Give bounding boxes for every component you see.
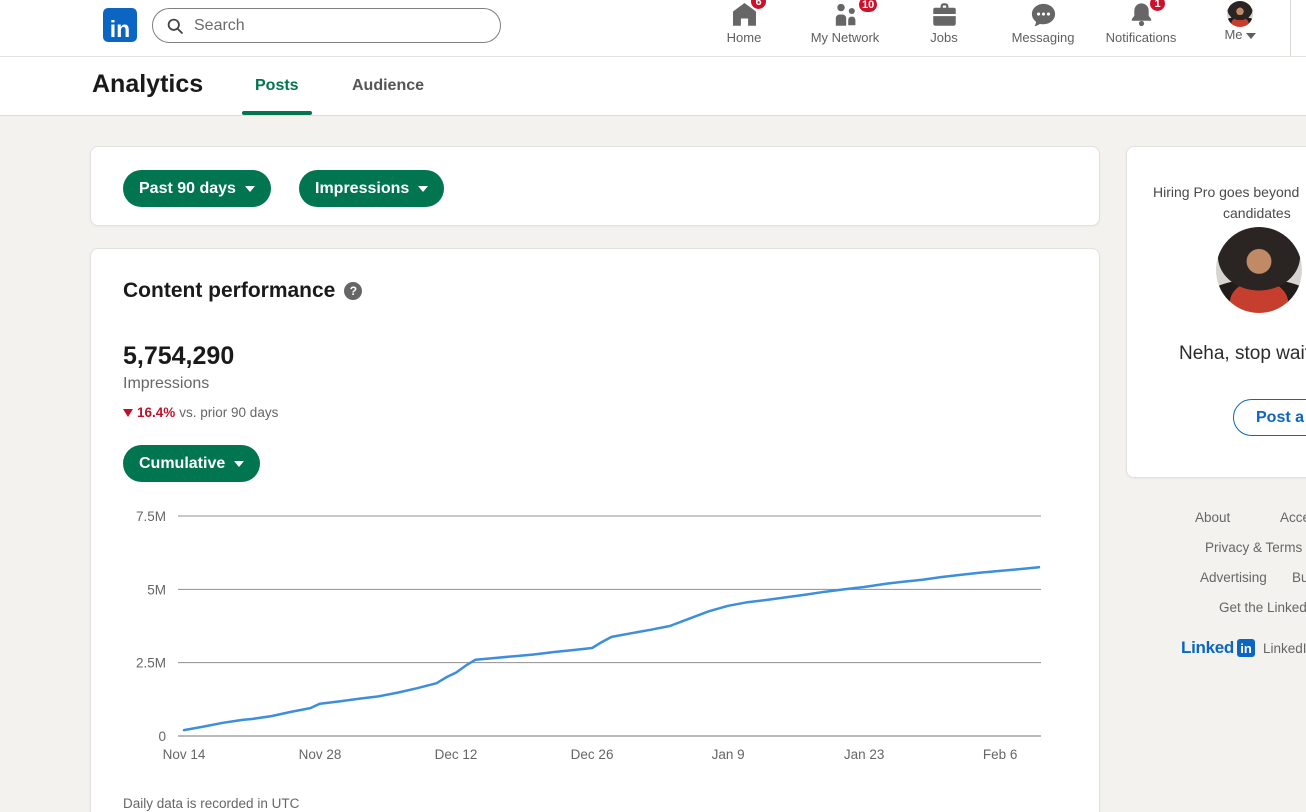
linkedin-logo[interactable]: in	[103, 8, 137, 42]
change-suffix: vs. prior 90 days	[179, 405, 279, 420]
nav-item-messaging[interactable]: Messaging	[995, 0, 1091, 56]
search-box[interactable]	[152, 8, 501, 43]
nav-item-label: Jobs	[930, 30, 958, 45]
svg-text:Nov 28: Nov 28	[299, 747, 342, 762]
post-a-job-button[interactable]: Post a job	[1233, 399, 1306, 436]
search-input[interactable]	[194, 16, 444, 35]
footer-link-accessibility[interactable]: Accessibility	[1280, 510, 1306, 525]
nav-item-notifications[interactable]: Notifications 1	[1093, 0, 1189, 56]
view-mode-dropdown[interactable]: Cumulative	[123, 445, 261, 482]
impressions-total: 5,754,290	[123, 342, 235, 370]
analytics-header: Analytics Posts Audience	[0, 57, 1306, 116]
down-arrow-icon	[123, 408, 133, 417]
jobs-icon	[896, 1, 992, 30]
metric-label: Impressions	[315, 179, 410, 197]
time-range-dropdown[interactable]: Past 90 days	[123, 170, 271, 207]
search-icon	[166, 17, 184, 35]
me-avatar	[1227, 1, 1253, 27]
svg-text:0: 0	[158, 729, 166, 744]
ad-headline-line1: Hiring Pro goes beyond	[1153, 184, 1300, 200]
messaging-icon	[995, 1, 1091, 30]
change-vs-prior: 16.4% vs. prior 90 days	[123, 405, 278, 420]
footer-link-get-app[interactable]: Get the LinkedIn app	[1219, 600, 1306, 615]
linkedin-logo-small: in	[1237, 639, 1255, 657]
nav-item-label: Notifications	[1105, 30, 1177, 45]
svg-text:Feb 6: Feb 6	[983, 747, 1018, 762]
svg-text:Nov 14: Nov 14	[163, 747, 206, 762]
footer-copyright: LinkedIn Corporation	[1263, 640, 1306, 656]
metric-dropdown[interactable]: Impressions	[299, 170, 445, 207]
my-network-icon	[797, 1, 893, 30]
impressions-chart: 0 2.5M 5M 7.5M Nov 14 Nov 28 Dec 12 Dec 26 Jan 9…	[136, 509, 1041, 762]
tab-posts[interactable]: Posts	[255, 77, 299, 95]
nav-item-me[interactable]: Me	[1192, 0, 1288, 56]
chevron-down-icon	[1245, 32, 1256, 39]
svg-text:Jan 9: Jan 9	[712, 747, 745, 762]
footer-link-privacy-terms[interactable]: Privacy & Terms	[1205, 540, 1302, 555]
ad-message: Neha, stop waiting	[1179, 343, 1306, 364]
svg-text:7.5M: 7.5M	[136, 509, 166, 524]
footer-brand: Linked in LinkedIn Corporation	[1181, 638, 1306, 658]
nav-divider	[1290, 0, 1291, 56]
ad-headline-line2: candidates	[1223, 205, 1291, 221]
nav-item-home[interactable]: Home 6	[696, 0, 792, 56]
content-performance-card: Content performance ? 5,754,290 Impressi…	[90, 248, 1100, 812]
global-nav: in Home 6 My Network 10 Jobs Messaging	[0, 0, 1306, 57]
chevron-down-icon	[244, 185, 255, 192]
linkedin-wordmark: Linked	[1181, 638, 1234, 657]
change-percent: 16.4%	[137, 405, 176, 420]
nav-item-label: Home	[726, 30, 762, 45]
page-title: Analytics	[92, 70, 204, 98]
nav-item-my-network[interactable]: My Network 10	[797, 0, 893, 56]
view-mode-label: Cumulative	[139, 454, 226, 472]
svg-text:Dec 12: Dec 12	[435, 747, 478, 762]
svg-text:2.5M: 2.5M	[136, 656, 166, 671]
tab-audience[interactable]: Audience	[352, 77, 424, 95]
chart-footnote: Daily data is recorded in UTC	[123, 796, 300, 811]
footer-link-advertising[interactable]: Advertising	[1200, 570, 1267, 585]
nav-item-label: Messaging	[1011, 30, 1075, 45]
notifications-icon	[1093, 1, 1189, 30]
filters-card: Past 90 days Impressions	[90, 146, 1100, 226]
chevron-down-icon	[418, 185, 429, 192]
nav-item-label: Me	[1192, 27, 1288, 43]
svg-text:Dec 26: Dec 26	[571, 747, 614, 762]
time-range-label: Past 90 days	[139, 179, 236, 197]
nav-item-label: My Network	[810, 30, 880, 45]
impressions-label: Impressions	[123, 375, 210, 392]
ad-avatar	[1216, 227, 1302, 313]
nav-item-jobs[interactable]: Jobs	[896, 0, 992, 56]
chevron-down-icon	[234, 460, 245, 467]
footer-link-about[interactable]: About	[1195, 510, 1230, 525]
svg-text:Jan 23: Jan 23	[844, 747, 885, 762]
footer-link-business-services[interactable]: Business Services	[1292, 570, 1306, 585]
help-icon[interactable]: ?	[344, 282, 363, 300]
home-icon	[696, 1, 792, 30]
svg-text:5M: 5M	[147, 582, 166, 597]
ad-card: Hiring Pro goes beyond candidates Neha, …	[1126, 146, 1306, 478]
section-title: Content performance ?	[123, 279, 363, 303]
active-tab-underline	[242, 111, 312, 115]
